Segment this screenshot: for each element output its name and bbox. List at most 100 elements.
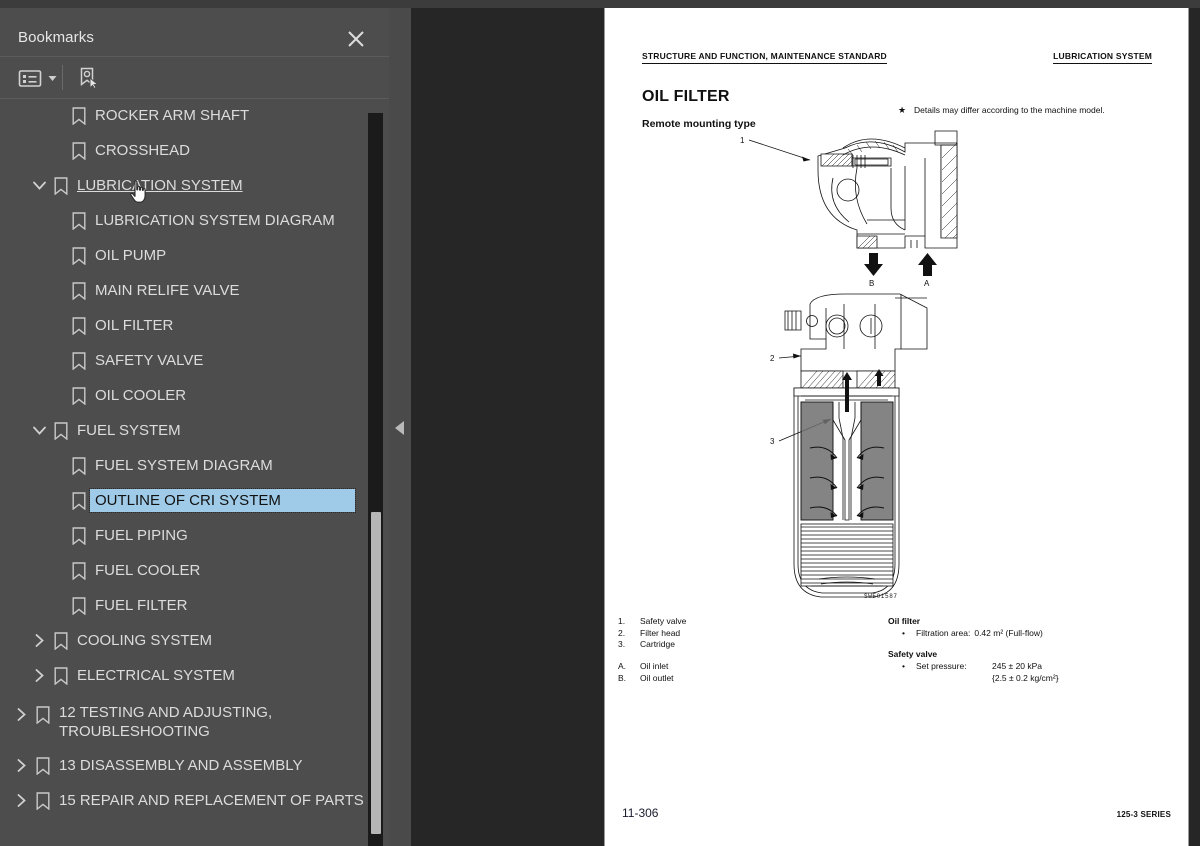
bookmark-icon: [68, 553, 90, 588]
chevron-down-icon[interactable]: [28, 168, 50, 203]
bookmark-item-label: OIL FILTER: [95, 317, 174, 334]
bookmark-icon: [68, 448, 90, 483]
legend-item: 1. Safety valve: [618, 616, 686, 628]
bookmark-item-fuel-system[interactable]: FUEL SYSTEM: [0, 413, 389, 448]
bullet-icon: •: [902, 661, 905, 672]
legend-key: 1.: [618, 616, 626, 626]
chevron-right-icon[interactable]: [10, 783, 32, 818]
bookmark-icon: [68, 273, 90, 308]
spec-row: • Filtration area: 0.42 m² (Full-flow): [888, 628, 1059, 640]
bookmark-item-label: FUEL SYSTEM: [77, 422, 181, 439]
bookmark-icon: [68, 588, 90, 623]
bookmark-icon: [32, 697, 54, 732]
bookmark-icon: [68, 518, 90, 553]
spec-spacer: [888, 639, 1059, 649]
legend-key: B.: [618, 672, 627, 683]
bookmark-icon: [50, 658, 72, 693]
bookmark-item-label: FUEL PIPING: [95, 527, 188, 544]
chevron-right-icon[interactable]: [10, 697, 32, 732]
svg-text:2: 2: [770, 354, 775, 363]
bullet-icon: •: [902, 627, 905, 638]
bookmark-icon: [50, 623, 72, 658]
bookmark-item-15-repair-and-replacement-of-parts[interactable]: 15 REPAIR AND REPLACEMENT OF PARTS: [0, 783, 389, 818]
find-current-bookmark-icon[interactable]: [76, 65, 100, 91]
collapse-left-triangle-icon[interactable]: [393, 418, 407, 438]
bookmark-item-oil-pump[interactable]: OIL PUMP: [0, 238, 389, 273]
bookmark-item-outline-of-cri-system[interactable]: OUTLINE OF CRI SYSTEM: [0, 483, 389, 518]
bookmark-item-label: 15 REPAIR AND REPLACEMENT OF PARTS: [59, 792, 364, 809]
bookmark-icon: [68, 378, 90, 413]
bookmark-item-crosshead[interactable]: CROSSHEAD: [0, 133, 389, 168]
legend-spacer: [618, 651, 686, 661]
chevron-right-icon[interactable]: [28, 623, 50, 658]
spec-heading: Oil filter: [888, 616, 921, 626]
bookmark-item-label: COOLING SYSTEM: [77, 632, 213, 649]
legend-text: Filter head: [640, 627, 681, 638]
page-subtitle: Remote mounting type: [642, 118, 756, 130]
svg-text:B: B: [869, 279, 874, 288]
bookmark-item-label: 12 TESTING AND ADJUSTING, TROUBLESHOOTIN…: [59, 704, 273, 740]
bookmark-tree[interactable]: ROCKER ARM SHAFT CROSSHEAD LUBRICATION SYS…: [0, 98, 389, 846]
bookmark-item-label: LUBRICATION SYSTEM DIAGRAM: [95, 212, 335, 229]
bookmark-item-fuel-cooler[interactable]: FUEL COOLER: [0, 553, 389, 588]
spec-value: 245 ± 20 kPa: [992, 661, 1043, 672]
svg-text:A: A: [924, 279, 930, 288]
bookmark-icon: [68, 133, 90, 168]
page-number: 11-306: [622, 806, 659, 820]
bookmark-item-label: OUTLINE OF CRI SYSTEM: [89, 488, 356, 513]
pdf-page: STRUCTURE AND FUNCTION, MAINTENANCE STAN…: [605, 8, 1188, 846]
bookmarks-scrollbar-thumb[interactable]: [371, 512, 381, 834]
chevron-right-icon[interactable]: [10, 748, 32, 783]
bookmark-item-lubrication-system-diagram[interactable]: LUBRICATION SYSTEM DIAGRAM: [0, 203, 389, 238]
bookmark-item-oil-cooler[interactable]: OIL COOLER: [0, 378, 389, 413]
close-icon[interactable]: [345, 28, 367, 50]
bookmark-item-label: LUBRICATION SYSTEM: [77, 177, 243, 194]
bookmark-item-label: CROSSHEAD: [95, 142, 191, 159]
bookmark-icon: [68, 308, 90, 343]
bookmark-item-rocker-arm-shaft[interactable]: ROCKER ARM SHAFT: [0, 98, 389, 133]
page-title: OIL FILTER: [642, 88, 730, 105]
spec-row: • Set pressure: 245 ± 20 kPa: [888, 661, 1059, 673]
spec-label: [916, 673, 992, 685]
bookmark-options-icon[interactable]: [18, 65, 57, 91]
bookmark-item-label: FUEL COOLER: [95, 562, 201, 579]
page-series-label: 125-3 SERIES: [1116, 810, 1171, 819]
svg-text:3: 3: [770, 437, 775, 446]
bookmark-item-cooling-system[interactable]: COOLING SYSTEM: [0, 623, 389, 658]
bookmark-item-13-disassembly-and-assembly[interactable]: 13 DISASSEMBLY AND ASSEMBLY: [0, 748, 389, 783]
bookmark-item-label: OIL COOLER: [95, 387, 187, 404]
spec-row: {2.5 ± 0.2 kg/cm²}: [888, 673, 1059, 685]
legend-text: Oil inlet: [640, 661, 669, 672]
figure-legend: 1. Safety valve 2. Filter head 3. Cartri…: [618, 616, 686, 685]
bookmark-item-fuel-piping[interactable]: FUEL PIPING: [0, 518, 389, 553]
bookmark-item-electrical-system[interactable]: ELECTRICAL SYSTEM: [0, 658, 389, 693]
bookmark-item-lubrication-system[interactable]: LUBRICATION SYSTEM: [0, 168, 389, 203]
bookmark-item-label: SAFETY VALVE: [95, 352, 204, 369]
bookmark-icon: [50, 168, 72, 203]
chevron-right-icon[interactable]: [28, 658, 50, 693]
note-star-icon: ★: [898, 105, 907, 115]
bookmark-item-label: ELECTRICAL SYSTEM: [77, 667, 235, 684]
legend-item: A. Oil inlet: [618, 661, 686, 673]
bookmark-item-fuel-system-diagram[interactable]: FUEL SYSTEM DIAGRAM: [0, 448, 389, 483]
bookmark-item-fuel-filter[interactable]: FUEL FILTER: [0, 588, 389, 623]
bookmarks-header: Bookmarks: [0, 8, 389, 57]
bookmark-item-oil-filter[interactable]: OIL FILTER: [0, 308, 389, 343]
chevron-down-icon[interactable]: [28, 413, 50, 448]
bookmark-item-label: OIL PUMP: [95, 247, 167, 264]
bookmark-icon: [68, 483, 90, 518]
legend-item: B. Oil outlet: [618, 673, 686, 685]
bookmark-item-safety-valve[interactable]: SAFETY VALVE: [0, 343, 389, 378]
bookmark-icon: [68, 98, 90, 133]
spec-value: {2.5 ± 0.2 kg/cm²}: [992, 672, 1059, 683]
chevron-down-icon[interactable]: [48, 69, 57, 87]
bookmark-item-label: ROCKER ARM SHAFT: [95, 107, 250, 124]
legend-text: Oil outlet: [640, 672, 674, 683]
spec-value: 0.42 m² (Full-flow): [974, 627, 1043, 638]
bookmark-item-12-testing-and-adjusting-troubleshooting[interactable]: 12 TESTING AND ADJUSTING, TROUBLESHOOTIN…: [0, 693, 389, 748]
specifications-block: Oil filter • Filtration area: 0.42 m² (F…: [888, 616, 1059, 685]
bookmark-item-main-relife-valve[interactable]: MAIN RELIFE VALVE: [0, 273, 389, 308]
pdf-viewer-canvas[interactable]: STRUCTURE AND FUNCTION, MAINTENANCE STAN…: [411, 8, 1200, 846]
svg-text:1: 1: [740, 136, 745, 145]
note-text: Details may differ according to the mach…: [914, 105, 1105, 115]
